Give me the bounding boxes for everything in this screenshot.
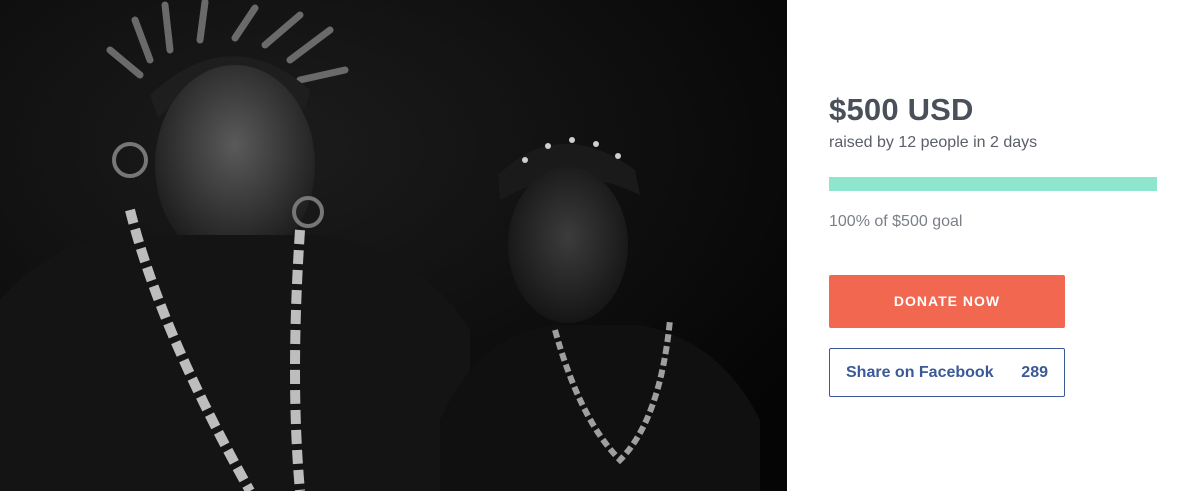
donate-now-button[interactable]: DONATE NOW	[829, 275, 1065, 328]
share-facebook-label: Share on Facebook	[846, 364, 994, 381]
progress-bar	[829, 177, 1157, 191]
progress-fill	[829, 177, 1157, 191]
campaign-page: $500 USD raised by 12 people in 2 days 1…	[0, 0, 1200, 491]
share-count: 289	[1021, 364, 1048, 381]
donation-panel: $500 USD raised by 12 people in 2 days 1…	[787, 0, 1200, 491]
amount-raised: $500 USD	[829, 92, 974, 127]
raised-summary: raised by 12 people in 2 days	[829, 134, 1038, 151]
campaign-photo	[0, 0, 787, 491]
goal-progress-text: 100% of $500 goal	[829, 213, 963, 230]
share-facebook-button[interactable]: Share on Facebook 289	[829, 348, 1065, 397]
